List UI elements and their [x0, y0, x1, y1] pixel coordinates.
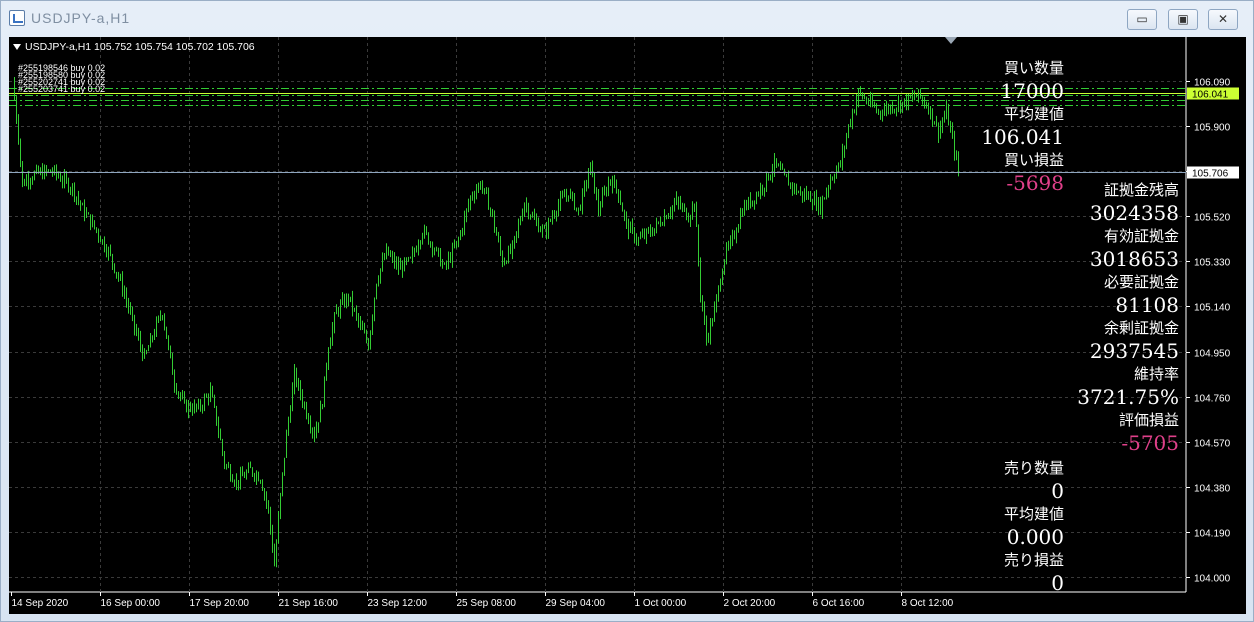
- buy-qty-value: 17000: [1000, 79, 1064, 103]
- average-price-tag-label: 106.041: [1192, 90, 1229, 101]
- sell-pl-label: 売り損益: [1003, 551, 1064, 569]
- free-margin-label: 余剰証拠金: [1103, 319, 1179, 337]
- x-tick-label: 2 Oct 20:00: [724, 598, 776, 609]
- y-tick-label: 104.760: [1194, 394, 1231, 405]
- x-tick-label: 25 Sep 08:00: [457, 598, 517, 609]
- terminal-window: USDJPY-a,H1 ▭ ▣ ✕ 106.090105.900105.7101…: [0, 0, 1254, 622]
- balance-label: 証拠金残高: [1103, 181, 1179, 199]
- sell-avg-label: 平均建値: [1003, 505, 1064, 523]
- buy-position-panel: 買い数量 17000 平均建値 106.041 買い損益 -5698: [981, 57, 1064, 195]
- y-tick-label: 105.330: [1194, 258, 1231, 269]
- y-tick-label: 104.190: [1194, 529, 1231, 540]
- required-margin-label: 必要証拠金: [1103, 273, 1179, 291]
- current-price-tag-label: 105.706: [1192, 169, 1229, 180]
- y-tick-label: 104.950: [1194, 349, 1231, 360]
- unrealized-pl-label: 評価損益: [1118, 411, 1179, 429]
- x-tick-label: 23 Sep 12:00: [368, 598, 428, 609]
- x-tick-label: 21 Sep 16:00: [279, 598, 339, 609]
- x-tick-label: 14 Sep 2020: [12, 598, 69, 609]
- title-bar[interactable]: USDJPY-a,H1 ▭ ▣ ✕: [1, 1, 1254, 35]
- price-chart[interactable]: 106.090105.900105.710105.520105.330105.1…: [9, 37, 1246, 614]
- sell-qty-label: 売り数量: [1003, 459, 1064, 477]
- x-tick-label: 17 Sep 20:00: [190, 598, 250, 609]
- margin-ratio-value: 3721.75%: [1077, 385, 1179, 409]
- y-tick-label: 105.140: [1194, 303, 1231, 314]
- account-panel: 証拠金残高 3024358 有効証拠金 3018653 必要証拠金 81108 …: [1077, 179, 1179, 455]
- order-labels: #255198546 buy 0.02 #255198580 buy 0.02 …: [18, 64, 106, 94]
- y-tick-label: 105.520: [1194, 213, 1231, 224]
- x-tick-label: 6 Oct 16:00: [813, 598, 865, 609]
- buy-avg-label: 平均建値: [1003, 105, 1064, 123]
- y-tick-label: 106.090: [1194, 78, 1231, 89]
- equity-value: 3018653: [1089, 247, 1179, 271]
- balance-value: 3024358: [1089, 201, 1179, 225]
- dropdown-triangle-icon[interactable]: [13, 44, 21, 51]
- window-title: USDJPY-a,H1: [31, 10, 131, 26]
- free-margin-value: 2937545: [1089, 339, 1179, 363]
- x-tick-label: 29 Sep 04:00: [546, 598, 606, 609]
- required-margin-value: 81108: [1115, 293, 1179, 317]
- sell-pl-value: 0: [1051, 571, 1064, 595]
- sell-avg-value: 0.000: [1006, 525, 1064, 549]
- unrealized-pl-value: -5705: [1121, 431, 1179, 455]
- symbol-header: USDJPY-a,H1 105.752 105.754 105.702 105.…: [13, 41, 255, 53]
- chart-shift-icon[interactable]: [945, 37, 957, 44]
- buy-pl-label: 買い損益: [1003, 151, 1064, 169]
- equity-label: 有効証拠金: [1103, 227, 1179, 245]
- margin-ratio-label: 維持率: [1133, 365, 1179, 383]
- sell-qty-value: 0: [1051, 479, 1064, 503]
- sell-position-panel: 売り数量 0 平均建値 0.000 売り損益 0: [1004, 457, 1064, 595]
- maximize-button[interactable]: ▣: [1168, 9, 1198, 30]
- y-tick-label: 104.000: [1194, 574, 1231, 585]
- y-tick-label: 104.380: [1194, 484, 1231, 495]
- symbol-ohlc-text: USDJPY-a,H1 105.752 105.754 105.702 105.…: [25, 41, 255, 53]
- x-tick-label: 16 Sep 00:00: [101, 598, 161, 609]
- x-tick-label: 1 Oct 00:00: [635, 598, 687, 609]
- close-button[interactable]: ✕: [1208, 9, 1238, 30]
- chart-window-icon: [9, 10, 25, 26]
- y-tick-label: 105.900: [1194, 123, 1231, 134]
- buy-qty-label: 買い数量: [1003, 59, 1064, 77]
- buy-avg-value: 106.041: [981, 125, 1064, 149]
- order-label: #255203741 buy 0.02: [18, 84, 106, 94]
- buy-pl-value: -5698: [1006, 171, 1064, 195]
- x-tick-label: 8 Oct 12:00: [902, 598, 954, 609]
- minimize-button[interactable]: ▭: [1127, 9, 1157, 30]
- y-tick-label: 104.570: [1194, 439, 1231, 450]
